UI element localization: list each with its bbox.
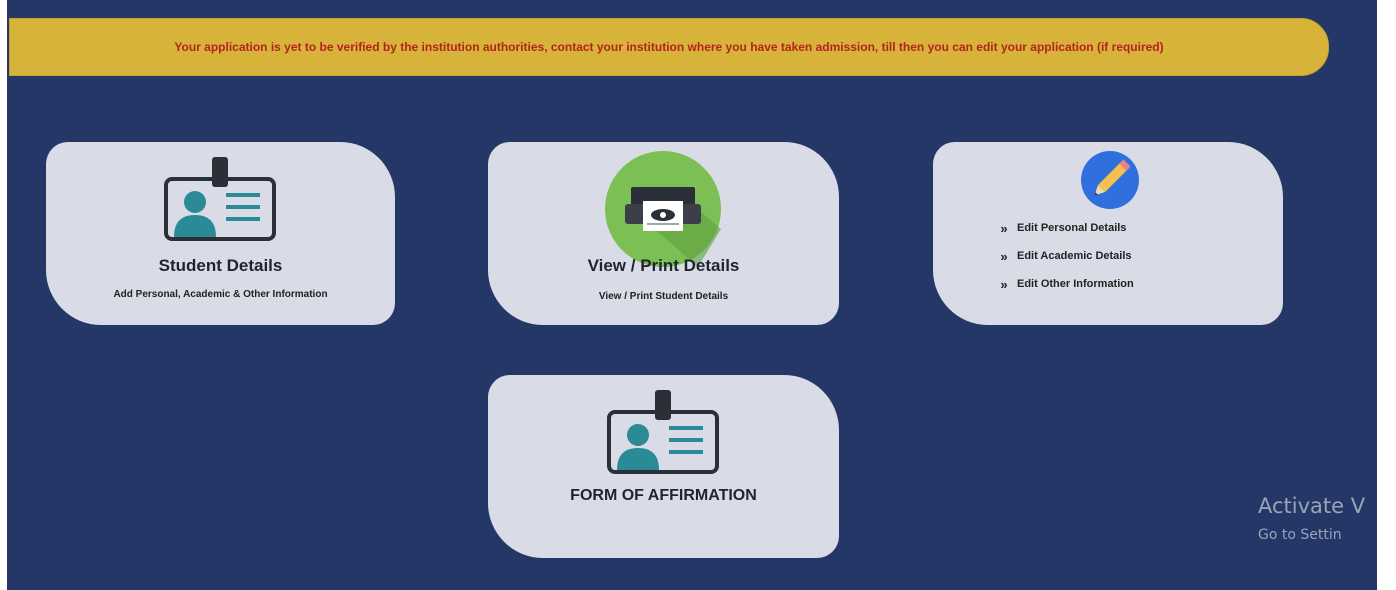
card-subtitle: Add Personal, Academic & Other Informati… [113,289,328,300]
edit-academic-link[interactable]: » Edit Academic Details [989,242,1134,270]
go-to-settings-watermark: Go to Settin [1258,527,1342,543]
link-label: Edit Personal Details [1017,222,1127,234]
dashboard-panel: Your application is yet to be verified b… [7,0,1377,590]
notice-text: Your application is yet to be verified b… [174,39,1164,54]
double-chevron-icon: » [1000,276,1007,292]
id-card-icon [607,390,719,474]
id-card-icon [164,157,276,241]
view-print-card[interactable]: View / Print Details View / Print Studen… [488,142,839,325]
double-chevron-icon: » [1000,220,1007,236]
edit-personal-link[interactable]: » Edit Personal Details [989,214,1134,242]
verification-notice: Your application is yet to be verified b… [9,18,1329,76]
card-title: View / Print Details [587,256,740,275]
edit-details-card: » Edit Personal Details » Edit Academic … [933,142,1283,325]
edit-other-link[interactable]: » Edit Other Information [989,270,1134,298]
link-label: Edit Other Information [1017,278,1134,290]
student-details-card[interactable]: Student Details Add Personal, Academic &… [46,142,395,325]
link-label: Edit Academic Details [1017,250,1132,262]
edit-links-list: » Edit Personal Details » Edit Academic … [989,214,1134,298]
double-chevron-icon: » [1000,248,1007,264]
pencil-icon [1081,151,1139,209]
card-title: Student Details [158,256,283,275]
card-title: FORM OF AFFIRMATION [570,487,757,504]
activate-windows-watermark: Activate V [1258,494,1366,518]
affirmation-card[interactable]: FORM OF AFFIRMATION [488,375,839,558]
card-subtitle: View / Print Student Details [598,291,729,302]
printer-icon [605,151,721,267]
